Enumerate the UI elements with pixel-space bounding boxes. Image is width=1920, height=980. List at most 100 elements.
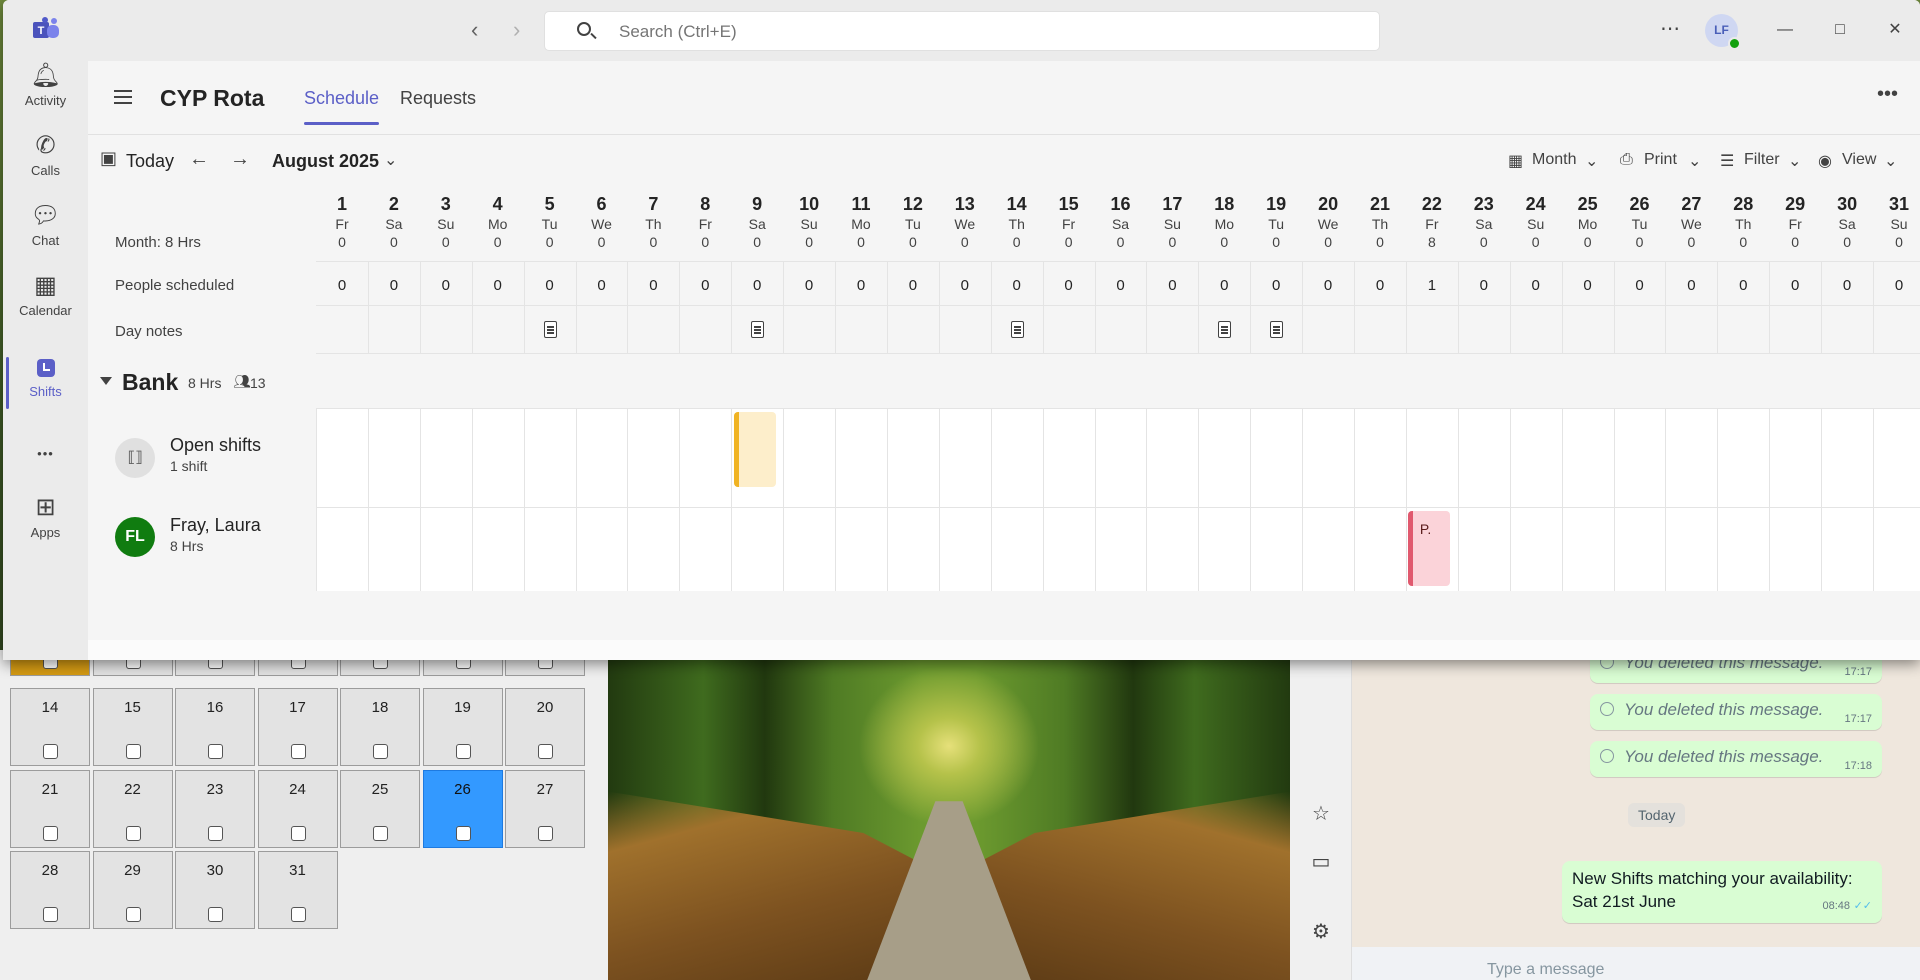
day-checkbox[interactable] [208,907,223,922]
day-header[interactable]: 4 Mo 0 [472,187,524,251]
rail-activity[interactable]: 🔔︎ Activity [3,61,88,127]
hamburger-menu-icon[interactable] [114,90,132,104]
day-header[interactable]: 15 Fr 0 [1043,187,1095,251]
day-checkbox[interactable] [43,744,58,759]
calendar-day-cell[interactable]: 16 [175,688,255,766]
day-header[interactable]: 9 Sa 0 [731,187,783,251]
day-checkbox[interactable] [455,825,471,841]
day-note-icon[interactable] [751,321,765,338]
message-bubble[interactable]: New Shifts matching your availability: S… [1562,861,1882,923]
day-header[interactable]: 16 Sa 0 [1095,187,1147,251]
rail-calendar[interactable]: ▦ Calendar [3,271,88,337]
day-header[interactable]: 10 Su 0 [783,187,835,251]
day-header[interactable]: 23 Sa 0 [1458,187,1510,251]
day-checkbox[interactable] [125,744,141,759]
back-arrow-icon[interactable]: ‹ [471,18,478,42]
chevron-down-icon[interactable]: ⌄ [384,150,397,170]
calendar-day-cell[interactable]: 20 [505,688,585,766]
calendar-day-cell[interactable]: 15 [92,688,173,766]
day-header[interactable]: 22 Fr 8 [1406,187,1458,251]
day-header[interactable]: 12 Tu 0 [887,187,939,251]
day-checkbox[interactable] [43,825,58,841]
calendar-day-cell[interactable]: 26 [422,769,503,848]
day-header[interactable]: 28 Th 0 [1717,187,1769,251]
settings-gear-icon[interactable]: ⚙ [1310,921,1332,943]
day-header[interactable]: 27 We 0 [1665,187,1717,251]
calendar-day-cell[interactable]: 17 [257,688,338,766]
day-header[interactable]: 30 Sa 0 [1821,187,1873,251]
day-header[interactable]: 2 Sa 0 [368,187,420,251]
rail-chat[interactable]: 💬︎ Chat [3,201,88,267]
message-input-bar[interactable]: Type a message [1352,947,1920,980]
day-note-icon[interactable] [543,321,557,338]
avatar[interactable]: LF [1705,14,1741,50]
print-button[interactable]: Print [1644,151,1677,169]
calendar-day-cell[interactable]: 14 [10,688,90,766]
day-note-icon[interactable] [1010,321,1024,338]
archive-icon[interactable]: ▭ [1310,851,1332,873]
star-icon[interactable]: ☆ [1310,803,1332,825]
maximize-button[interactable]: □ [1825,16,1855,44]
calendar-day-cell[interactable]: 29 [92,851,173,929]
rail-apps[interactable]: ⊞ Apps [3,493,88,559]
day-header[interactable]: 29 Fr 0 [1769,187,1821,251]
day-header[interactable]: 24 Su 0 [1510,187,1562,251]
day-checkbox[interactable] [455,744,471,759]
rail-calls[interactable]: ✆ Calls [3,131,88,197]
calendar-day-cell[interactable]: 22 [92,769,173,848]
calendar-day-cell[interactable]: 27 [505,769,585,848]
more-options-icon[interactable]: ⋯ [1660,16,1681,41]
day-header[interactable]: 26 Tu 0 [1614,187,1666,251]
person-name[interactable]: Fray, Laura [170,515,261,536]
day-checkbox[interactable] [208,825,223,841]
day-header[interactable]: 20 We 0 [1302,187,1354,251]
day-header[interactable]: 11 Mo 0 [835,187,887,251]
deleted-message-bubble[interactable]: You deleted this message. 17:18 [1590,741,1882,777]
forward-arrow-icon[interactable]: › [513,18,520,42]
calendar-day-cell[interactable]: 25 [340,769,420,848]
day-header[interactable]: 31 Su 0 [1873,187,1920,251]
next-arrow-icon[interactable]: → [230,148,250,171]
tab-requests[interactable]: Requests [400,88,476,109]
view-button[interactable]: View [1842,151,1876,169]
day-header[interactable]: 6 We 0 [576,187,628,251]
calendar-day-cell[interactable]: 31 [257,851,338,929]
calendar-day-cell[interactable]: 28 [10,851,90,929]
day-header[interactable]: 17 Su 0 [1146,187,1198,251]
rail-shifts[interactable]: Shifts [3,353,88,419]
day-checkbox[interactable] [373,825,388,841]
more-options-icon[interactable]: ••• [1877,83,1898,106]
collapse-caret-icon[interactable] [100,377,112,385]
day-checkbox[interactable] [290,744,306,759]
calendar-day-cell[interactable]: 18 [340,688,420,766]
previous-arrow-icon[interactable]: ← [189,148,209,171]
day-checkbox[interactable] [538,744,553,759]
day-checkbox[interactable] [208,744,223,759]
day-header[interactable]: 7 Th 0 [627,187,679,251]
search-box[interactable] [544,11,1380,51]
day-note-icon[interactable] [1218,321,1232,338]
day-header[interactable]: 19 Tu 0 [1250,187,1302,251]
assigned-shift-block[interactable]: P. [1407,511,1450,586]
day-checkbox[interactable] [125,825,141,841]
day-header[interactable]: 21 Th 0 [1354,187,1406,251]
calendar-day-cell[interactable]: 21 [10,769,90,848]
calendar-day-cell[interactable]: 19 [422,688,503,766]
day-header[interactable]: 25 Mo 0 [1562,187,1614,251]
day-header[interactable]: 13 We 0 [939,187,991,251]
avatar[interactable]: FL [115,517,155,557]
day-checkbox[interactable] [290,825,306,841]
open-shift-block[interactable] [734,412,777,487]
close-button[interactable]: ✕ [1880,16,1910,44]
day-checkbox[interactable] [125,907,141,922]
calendar-day-cell[interactable]: 30 [175,851,255,929]
day-checkbox[interactable] [290,907,306,922]
day-header[interactable]: 8 Fr 0 [679,187,731,251]
today-button[interactable]: Today [126,151,174,172]
rail-more[interactable]: ••• [3,439,88,469]
day-checkbox[interactable] [373,744,388,759]
day-header[interactable]: 1 Fr 0 [316,187,368,251]
day-header[interactable]: 5 Tu 0 [524,187,576,251]
tab-schedule[interactable]: Schedule [304,88,380,125]
deleted-message-bubble[interactable]: You deleted this message. 17:17 [1590,694,1882,730]
